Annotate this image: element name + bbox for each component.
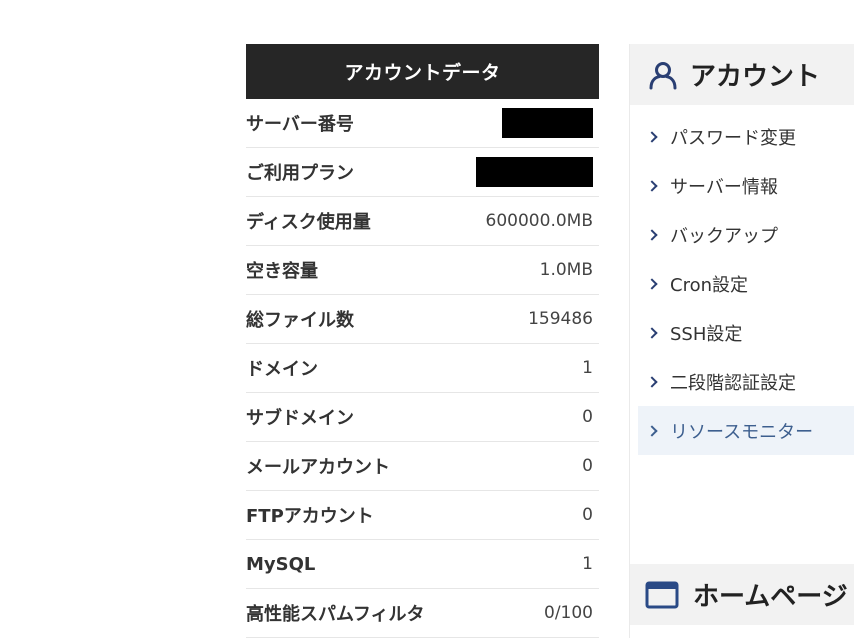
table-row-free-space: 空き容量 1.0MB: [246, 246, 599, 295]
menu-item-two-factor-settings[interactable]: 二段階認証設定: [638, 357, 854, 406]
menu-item-label: パスワード変更: [670, 127, 796, 149]
menu-item-resource-monitor[interactable]: リソースモニター: [638, 406, 854, 455]
table-row-ftp-accounts: FTPアカウント 0: [246, 491, 599, 540]
row-value: 0: [582, 407, 593, 427]
account-panel-header: アカウント: [630, 44, 854, 105]
row-label: メールアカウント: [246, 457, 390, 478]
menu-item-server-info[interactable]: サーバー情報: [638, 161, 854, 210]
menu-item-label: リソースモニター: [670, 421, 814, 443]
redacted-value: [476, 157, 593, 187]
chevron-right-icon: [646, 277, 658, 290]
row-value: 1: [582, 358, 593, 378]
account-data-header: アカウントデータ: [246, 44, 599, 99]
table-row-spam-filter: 高性能スパムフィルタ 0/100: [246, 589, 599, 638]
table-row-domains: ドメイン 1: [246, 344, 599, 393]
menu-item-label: 二段階認証設定: [670, 372, 796, 394]
homepage-panel-title: ホームページ: [693, 582, 848, 612]
chevron-right-icon: [646, 375, 658, 388]
row-label: ドメイン: [246, 359, 318, 380]
table-row-mysql: MySQL 1: [246, 540, 599, 589]
menu-item-ssh-settings[interactable]: SSH設定: [638, 308, 854, 357]
menu-item-label: Cron設定: [670, 274, 748, 296]
row-value: 0: [582, 456, 593, 476]
page: アカウントデータ サーバー番号 ご利用プラン ディスク使用量 600000.0M…: [0, 0, 854, 638]
account-panel-title: アカウント: [690, 62, 821, 92]
menu-item-password-change[interactable]: パスワード変更: [638, 112, 854, 161]
chevron-right-icon: [646, 424, 658, 437]
homepage-panel-header: ホームページ: [630, 564, 854, 625]
row-label: 空き容量: [246, 261, 318, 282]
row-label: ご利用プラン: [246, 163, 354, 184]
menu-item-label: SSH設定: [670, 323, 743, 345]
row-label: MySQL: [246, 553, 316, 575]
row-label: サブドメイン: [246, 408, 354, 429]
account-menu-panel: アカウント パスワード変更 サーバー情報 バックアップ Cron設定 SSH設定: [629, 44, 854, 638]
menu-item-backup[interactable]: バックアップ: [638, 210, 854, 259]
chevron-right-icon: [646, 179, 658, 192]
account-menu: パスワード変更 サーバー情報 バックアップ Cron設定 SSH設定 二段階認証…: [638, 112, 854, 455]
row-value: 0: [582, 505, 593, 525]
chevron-right-icon: [646, 326, 658, 339]
user-icon: [648, 60, 678, 90]
row-label: 高性能スパムフィルタ: [246, 604, 425, 625]
chevron-right-icon: [646, 228, 658, 241]
chevron-right-icon: [646, 130, 658, 143]
table-row-mail-accounts: メールアカウント 0: [246, 442, 599, 491]
table-row-plan: ご利用プラン: [246, 148, 599, 197]
row-value: 1: [582, 554, 593, 574]
account-data-table: アカウントデータ サーバー番号 ご利用プラン ディスク使用量 600000.0M…: [246, 44, 599, 638]
redacted-value: [502, 108, 593, 138]
row-label: ディスク使用量: [246, 212, 371, 233]
row-value: 600000.0MB: [485, 211, 593, 231]
table-row-disk-usage: ディスク使用量 600000.0MB: [246, 197, 599, 246]
menu-item-cron-settings[interactable]: Cron設定: [638, 259, 854, 308]
table-row-total-files: 総ファイル数 159486: [246, 295, 599, 344]
row-value: 1.0MB: [539, 260, 593, 280]
row-value: 159486: [528, 309, 593, 329]
row-label: サーバー番号: [246, 114, 354, 135]
menu-item-label: バックアップ: [670, 225, 778, 247]
menu-item-label: サーバー情報: [670, 176, 778, 198]
row-label: 総ファイル数: [246, 310, 354, 331]
window-icon: [645, 581, 679, 609]
table-row-subdomains: サブドメイン 0: [246, 393, 599, 442]
row-label: FTPアカウント: [246, 506, 374, 527]
table-row-server-number: サーバー番号: [246, 99, 599, 148]
row-value: 0/100: [544, 603, 593, 623]
